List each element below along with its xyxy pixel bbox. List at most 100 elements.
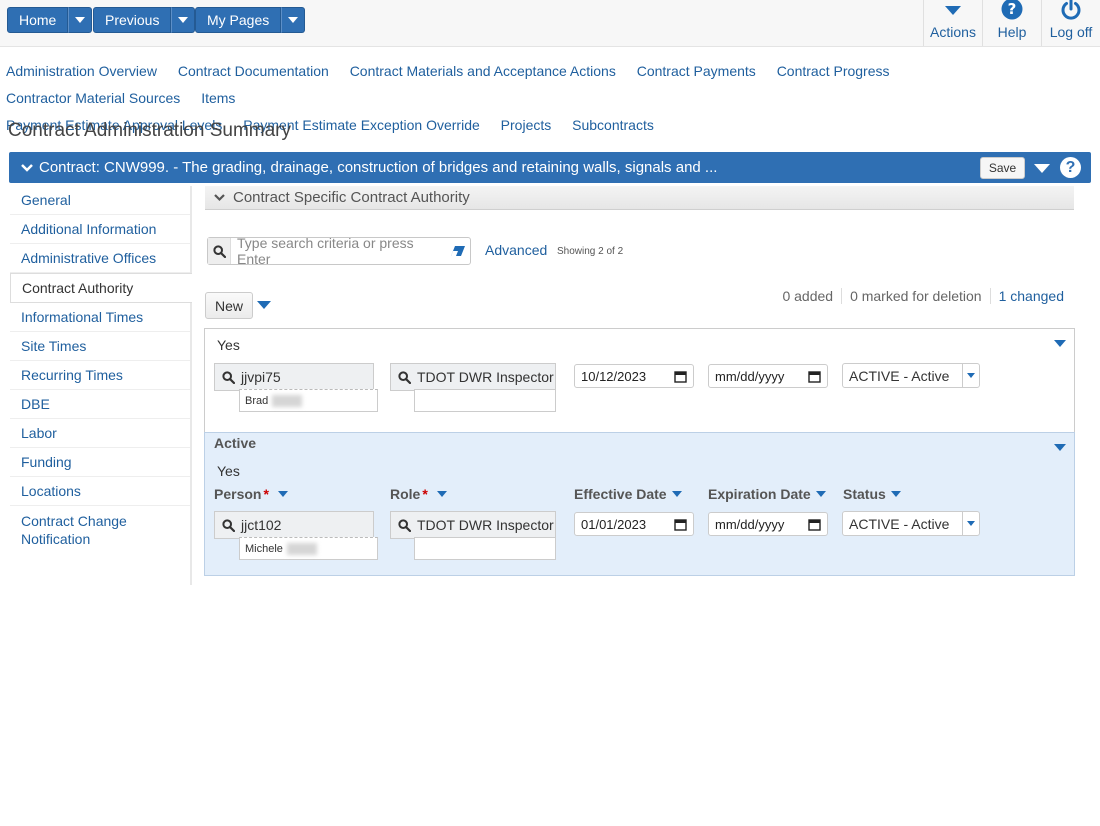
sidebar-item-funding[interactable]: Funding: [10, 448, 190, 477]
sidebar-item-locations[interactable]: Locations: [10, 477, 190, 506]
top-nav-bar: Home Previous My Pages Actions ? Help Lo…: [0, 0, 1100, 47]
link-subcontracts[interactable]: Subcontracts: [572, 117, 654, 133]
sidebar-item-informational-times[interactable]: Informational Times: [10, 303, 190, 332]
contract-menu-dropdown-icon[interactable]: [1034, 164, 1050, 173]
calendar-icon[interactable]: [674, 370, 687, 383]
sidebar-item-additional-information[interactable]: Additional Information: [10, 215, 190, 244]
my-pages-dropdown-button[interactable]: [281, 7, 306, 33]
role-value[interactable]: TDOT DWR Inspector: [417, 369, 554, 385]
status-value: ACTIVE - Active: [849, 367, 950, 384]
effective-date-value: 10/12/2023: [581, 368, 647, 384]
table-row-selected[interactable]: Active Yes Person * Role * Effective Date …: [204, 432, 1075, 576]
sidebar-item-general[interactable]: General: [10, 186, 190, 215]
active-label: Active: [214, 435, 257, 451]
table-row[interactable]: Yes jjvpi75 Brad TDOT DWR Inspector 10/1…: [204, 328, 1075, 434]
effective-date-input[interactable]: 10/12/2023: [574, 364, 694, 388]
link-contract-progress[interactable]: Contract Progress: [777, 63, 890, 79]
chevron-down-icon: [945, 5, 961, 15]
role-lookup-field[interactable]: TDOT DWR Inspector: [390, 511, 556, 539]
help-button[interactable]: ? Help: [982, 0, 1041, 46]
expiration-date-column-header[interactable]: Expiration Date: [708, 486, 826, 502]
link-contract-documentation[interactable]: Contract Documentation: [178, 63, 329, 79]
contract-header-bar[interactable]: Contract: CNW999. - The grading, drainag…: [9, 152, 1091, 183]
previous-button[interactable]: Previous: [93, 7, 172, 33]
row-menu-dropdown-icon[interactable]: [1054, 444, 1066, 451]
sidebar-item-site-times[interactable]: Site Times: [10, 332, 190, 361]
status-select[interactable]: ACTIVE - Active: [842, 363, 980, 388]
chevron-down-icon[interactable]: [671, 491, 682, 497]
page-title: Contract Administration Summary: [8, 120, 291, 141]
person-id[interactable]: jjct102: [241, 517, 281, 533]
expiration-date-input[interactable]: mm/dd/yyyy: [708, 364, 828, 388]
status-dropdown-icon[interactable]: [962, 364, 979, 387]
change-counts: 0 added 0 marked for deletion 1 changed: [774, 288, 1072, 304]
chevron-down-icon: [214, 194, 225, 202]
active-value: Yes: [217, 337, 240, 353]
calendar-icon[interactable]: [674, 518, 687, 531]
row-menu-dropdown-icon[interactable]: [1054, 340, 1066, 347]
search-icon[interactable]: [391, 518, 417, 532]
link-contract-materials[interactable]: Contract Materials and Acceptance Action…: [350, 63, 616, 79]
new-button[interactable]: New: [205, 292, 253, 319]
sidebar-item-dbe[interactable]: DBE: [10, 390, 190, 419]
effective-date-input[interactable]: 01/01/2023: [574, 512, 694, 536]
search-icon[interactable]: [215, 518, 241, 532]
link-projects[interactable]: Projects: [501, 117, 552, 133]
person-id[interactable]: jjvpi75: [241, 369, 281, 385]
new-dropdown-icon[interactable]: [257, 301, 271, 309]
actions-button[interactable]: Actions: [923, 0, 982, 46]
home-nav-button[interactable]: Home: [7, 7, 93, 33]
effective-date-column-header[interactable]: Effective Date: [574, 486, 682, 502]
logoff-button[interactable]: Log off: [1041, 0, 1100, 46]
role-column-header[interactable]: Role *: [390, 486, 447, 502]
chevron-down-icon[interactable]: [436, 491, 447, 497]
search-icon[interactable]: [391, 370, 417, 384]
calendar-icon[interactable]: [808, 518, 821, 531]
sidebar-item-labor[interactable]: Labor: [10, 419, 190, 448]
search-icon[interactable]: [208, 238, 231, 264]
link-items[interactable]: Items: [201, 90, 235, 106]
person-lookup-field[interactable]: jjct102: [214, 511, 374, 539]
search-box: Type search criteria or press Enter: [207, 235, 471, 267]
search-icon[interactable]: [215, 370, 241, 384]
link-administration-overview[interactable]: Administration Overview: [6, 63, 157, 79]
previous-dropdown-button[interactable]: [171, 7, 196, 33]
advanced-search-link[interactable]: Advanced: [485, 242, 547, 258]
home-button[interactable]: Home: [7, 7, 69, 33]
sidebar-item-contract-change-notification[interactable]: Contract Change Notification: [10, 506, 190, 556]
status-select[interactable]: ACTIVE - Active: [842, 511, 980, 536]
sidebar-item-administrative-offices[interactable]: Administrative Offices: [10, 244, 190, 273]
expiration-date-value: mm/dd/yyyy: [715, 516, 785, 532]
redacted-surname: [272, 394, 303, 407]
link-contract-payments[interactable]: Contract Payments: [637, 63, 756, 79]
expiration-date-input[interactable]: mm/dd/yyyy: [708, 512, 828, 536]
chevron-down-icon[interactable]: [277, 491, 288, 497]
status-dropdown-icon[interactable]: [962, 512, 979, 535]
chevron-down-icon: [75, 17, 86, 23]
chevron-down-icon[interactable]: [890, 491, 901, 497]
sidebar-item-recurring-times[interactable]: Recurring Times: [10, 361, 190, 390]
status-column-header[interactable]: Status: [843, 486, 901, 502]
chevron-down-icon: [21, 163, 33, 172]
changed-count-link[interactable]: 1 changed: [989, 288, 1072, 304]
sidebar-item-contract-authority[interactable]: Contract Authority: [10, 273, 192, 303]
contract-help-icon[interactable]: ?: [1060, 157, 1081, 178]
calendar-icon[interactable]: [808, 370, 821, 383]
previous-nav-button[interactable]: Previous: [93, 7, 196, 33]
expiration-date-value: mm/dd/yyyy: [715, 368, 785, 384]
eraser-icon[interactable]: [446, 245, 470, 257]
my-pages-nav-button[interactable]: My Pages: [195, 7, 306, 33]
save-button[interactable]: Save: [980, 157, 1025, 179]
person-lookup-field[interactable]: jjvpi75: [214, 363, 374, 391]
role-lookup-field[interactable]: TDOT DWR Inspector: [390, 363, 556, 391]
person-column-header[interactable]: Person *: [214, 486, 288, 502]
person-name: Brad: [245, 394, 269, 407]
link-contractor-material-sources[interactable]: Contractor Material Sources: [6, 90, 180, 106]
home-dropdown-button[interactable]: [68, 7, 93, 33]
section-header[interactable]: Contract Specific Contract Authority: [205, 186, 1074, 210]
search-input[interactable]: Type search criteria or press Enter: [237, 235, 446, 267]
sidebar: General Additional Information Administr…: [10, 186, 192, 585]
role-value[interactable]: TDOT DWR Inspector: [417, 517, 554, 533]
chevron-down-icon[interactable]: [815, 491, 826, 497]
my-pages-button[interactable]: My Pages: [195, 7, 282, 33]
